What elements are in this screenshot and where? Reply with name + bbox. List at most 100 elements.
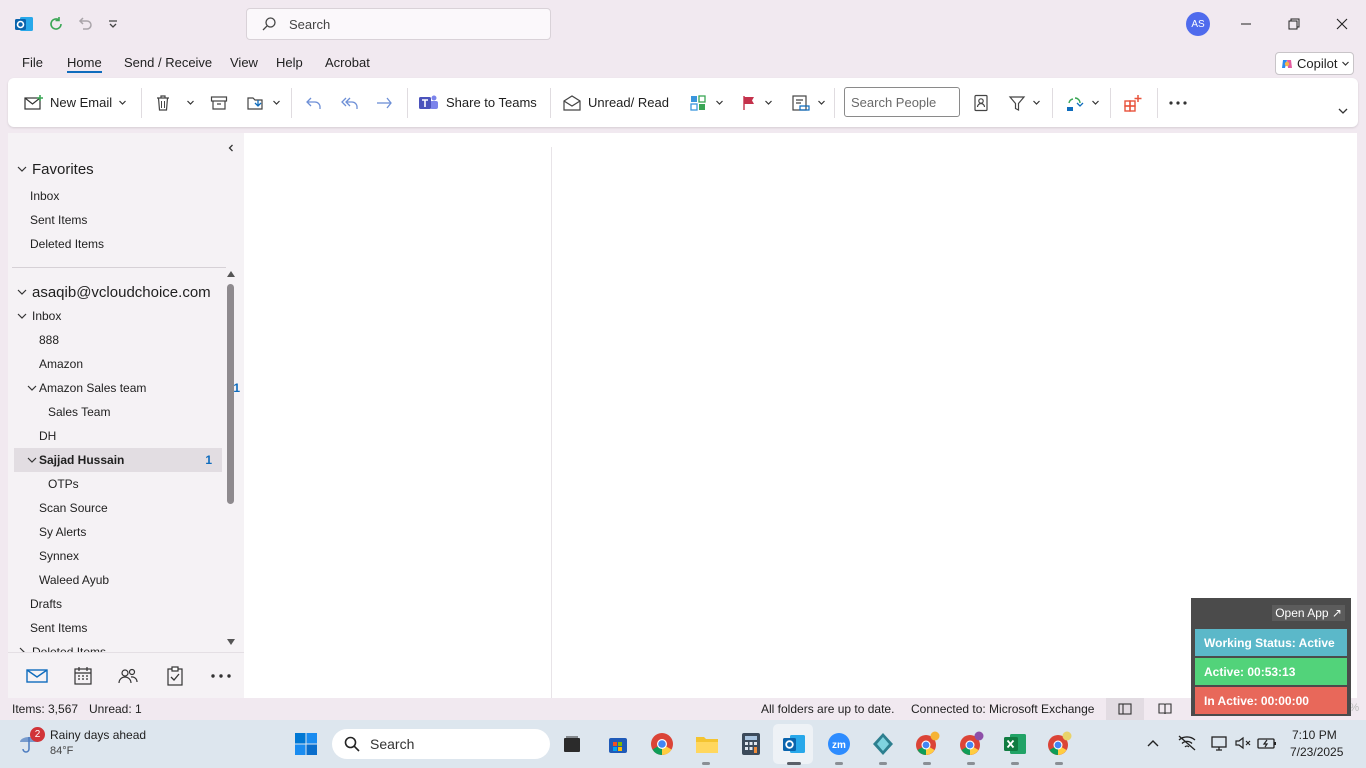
sync-icon[interactable] [44,12,68,36]
folder-amazon[interactable]: Amazon [39,352,244,376]
chevron-down-icon[interactable] [272,98,281,107]
customize-toolbar-icon[interactable] [101,12,125,36]
weather-widget[interactable]: 2 Rainy days ahead 84°F [16,727,166,760]
more-apps-icon[interactable] [209,665,233,687]
chevron-down-icon[interactable] [1091,98,1100,107]
vpn-off-icon[interactable] [1177,734,1197,752]
menu-help[interactable]: Help [276,55,303,73]
tasks-icon[interactable] [163,665,187,687]
menu-file[interactable]: File [22,55,43,73]
chevron-down-icon[interactable] [118,98,127,107]
menu-send-receive[interactable]: Send / Receive [124,55,212,73]
show-hidden-icons-icon[interactable] [1146,737,1160,749]
folder-otps[interactable]: OTPs [48,472,244,496]
mail-icon[interactable] [25,665,49,687]
folder-sy-alerts[interactable]: Sy Alerts [39,520,244,544]
zoom-app-icon[interactable]: zm [825,730,853,758]
folder-scan-source[interactable]: Scan Source [39,496,244,520]
ribbon-separator [834,88,835,118]
folder-inbox[interactable]: Inbox [16,304,226,328]
folder-sales-team[interactable]: Sales Team [48,400,244,424]
folder-label: Inbox [32,309,62,323]
ribbon-collapse-button[interactable] [1337,86,1349,135]
folder-sent-items[interactable]: Sent Items [30,616,240,640]
folder-sajjad-hussain[interactable]: Sajjad Hussain 1 [14,448,222,472]
favorite-sent-items[interactable]: Sent Items [30,208,240,232]
scroll-up-icon[interactable] [226,270,236,278]
chrome-profile-2-icon[interactable] [957,730,985,758]
folder-dh[interactable]: DH [39,424,244,448]
chevron-down-icon[interactable] [764,98,773,107]
folder-amazon-sales-team[interactable]: Amazon Sales team 1 [26,376,240,400]
more-options-button[interactable] [1168,78,1188,127]
chevron-down-icon[interactable] [817,98,826,107]
excel-icon[interactable] [1001,730,1029,758]
get-add-ins-button[interactable] [1123,78,1143,127]
menu-acrobat[interactable]: Acrobat [325,55,370,73]
address-book-button[interactable] [972,78,990,127]
translator-button[interactable] [1065,78,1100,127]
calculator-icon[interactable] [737,730,765,758]
move-button[interactable] [246,78,281,127]
menu-view[interactable]: View [230,55,258,73]
search-box[interactable]: Search [246,8,551,40]
menu-home[interactable]: Home [67,55,102,73]
close-icon[interactable] [1330,12,1354,36]
task-view-icon[interactable] [558,730,586,758]
delete-button[interactable] [154,78,195,127]
avatar[interactable]: AS [1186,12,1210,36]
unread-read-button[interactable]: Unread/ Read [562,78,669,127]
chrome-profile-1-icon[interactable] [913,730,941,758]
taskbar-search[interactable]: Search [332,729,550,759]
chevron-down-icon[interactable] [715,98,724,107]
network-icon[interactable] [1210,734,1228,752]
new-email-button[interactable]: New Email [24,78,127,127]
archive-button[interactable] [210,78,228,127]
battery-charging-icon[interactable] [1257,734,1277,752]
outlook-taskbar-icon[interactable] [780,730,808,758]
scroll-down-icon[interactable] [226,638,236,646]
volume-muted-icon[interactable] [1234,734,1252,752]
search-people-input[interactable]: Search People [844,87,960,117]
inactive-timer: In Active: 00:00:00 [1195,687,1347,714]
file-explorer-icon[interactable] [693,730,721,758]
categorize-button[interactable] [689,78,724,127]
folder-drafts[interactable]: Drafts [30,592,240,616]
chevron-down-icon[interactable] [186,98,195,107]
folder-waleed-ayub[interactable]: Waleed Ayub [39,568,244,592]
favorite-inbox[interactable]: Inbox [30,184,240,208]
folder-synnex[interactable]: Synnex [39,544,244,568]
forward-button[interactable] [375,78,395,127]
minimize-icon[interactable] [1234,12,1258,36]
people-icon[interactable] [116,665,140,687]
restore-icon[interactable] [1282,12,1306,36]
microsoft-store-icon[interactable] [604,730,632,758]
flag-button[interactable] [740,78,773,127]
clock-time[interactable]: 7:10 PM [1292,728,1337,742]
copilot-button[interactable]: Copilot [1275,52,1354,75]
diamond-app-icon[interactable] [869,730,897,758]
open-app-button[interactable]: Open App ↗ [1272,605,1345,621]
windows-start-icon[interactable] [292,730,320,758]
normal-view-button[interactable] [1106,698,1144,720]
filter-email-button[interactable] [1008,78,1041,127]
clock-date[interactable]: 7/23/2025 [1290,745,1343,759]
chrome-icon[interactable] [648,730,676,758]
reply-button[interactable] [304,78,324,127]
scrollbar-thumb[interactable] [227,284,234,504]
favorite-deleted-items[interactable]: Deleted Items [30,232,240,256]
folder-888[interactable]: 888 [39,328,244,352]
reply-all-button[interactable] [339,78,361,127]
share-to-teams-button[interactable]: Share to Teams [418,78,537,127]
account-header[interactable]: asaqib@vcloudchoice.com [16,280,226,304]
reading-view-icon[interactable] [1158,702,1172,716]
rules-button[interactable] [791,78,826,127]
chevron-down-icon[interactable] [1032,98,1041,107]
collapse-pane-icon[interactable] [226,143,236,153]
calendar-icon[interactable] [71,665,95,687]
weather-temp: 84°F [50,745,74,757]
message-list[interactable] [244,133,551,698]
undo-icon[interactable] [73,12,97,36]
favorites-header[interactable]: Favorites [16,157,226,181]
chrome-profile-3-icon[interactable] [1045,730,1073,758]
